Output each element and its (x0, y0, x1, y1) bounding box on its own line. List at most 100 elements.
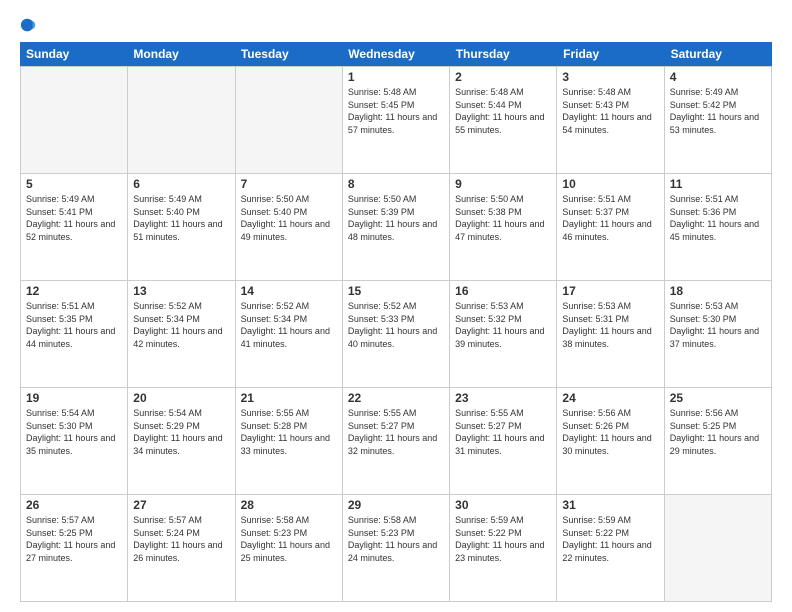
day-number: 6 (133, 177, 229, 191)
cell-info: Sunrise: 5:57 AMSunset: 5:25 PMDaylight:… (26, 514, 122, 564)
calendar-cell: 10 Sunrise: 5:51 AMSunset: 5:37 PMDayligh… (557, 174, 664, 280)
day-number: 3 (562, 70, 658, 84)
calendar-page: SundayMondayTuesdayWednesdayThursdayFrid… (0, 0, 792, 612)
day-number: 22 (348, 391, 444, 405)
calendar-cell: 3 Sunrise: 5:48 AMSunset: 5:43 PMDaylight… (557, 67, 664, 173)
calendar-cell: 2 Sunrise: 5:48 AMSunset: 5:44 PMDaylight… (450, 67, 557, 173)
calendar-cell: 1 Sunrise: 5:48 AMSunset: 5:45 PMDaylight… (343, 67, 450, 173)
logo (20, 16, 40, 34)
calendar-cell: 5 Sunrise: 5:49 AMSunset: 5:41 PMDaylight… (21, 174, 128, 280)
header-day: Friday (557, 42, 664, 66)
calendar-row: 26 Sunrise: 5:57 AMSunset: 5:25 PMDayligh… (20, 494, 772, 602)
day-number: 29 (348, 498, 444, 512)
cell-info: Sunrise: 5:48 AMSunset: 5:44 PMDaylight:… (455, 86, 551, 136)
header-day: Saturday (665, 42, 772, 66)
day-number: 24 (562, 391, 658, 405)
day-number: 2 (455, 70, 551, 84)
calendar-cell: 18 Sunrise: 5:53 AMSunset: 5:30 PMDayligh… (665, 281, 772, 387)
calendar-cell: 30 Sunrise: 5:59 AMSunset: 5:22 PMDayligh… (450, 495, 557, 601)
cell-info: Sunrise: 5:51 AMSunset: 5:35 PMDaylight:… (26, 300, 122, 350)
cell-info: Sunrise: 5:52 AMSunset: 5:34 PMDaylight:… (241, 300, 337, 350)
calendar-cell: 16 Sunrise: 5:53 AMSunset: 5:32 PMDayligh… (450, 281, 557, 387)
day-number: 16 (455, 284, 551, 298)
day-number: 20 (133, 391, 229, 405)
calendar-cell: 25 Sunrise: 5:56 AMSunset: 5:25 PMDayligh… (665, 388, 772, 494)
cell-info: Sunrise: 5:52 AMSunset: 5:34 PMDaylight:… (133, 300, 229, 350)
day-number: 7 (241, 177, 337, 191)
calendar-cell (236, 67, 343, 173)
cell-info: Sunrise: 5:52 AMSunset: 5:33 PMDaylight:… (348, 300, 444, 350)
day-number: 5 (26, 177, 122, 191)
day-number: 23 (455, 391, 551, 405)
day-number: 26 (26, 498, 122, 512)
calendar-cell: 23 Sunrise: 5:55 AMSunset: 5:27 PMDayligh… (450, 388, 557, 494)
calendar-cell: 9 Sunrise: 5:50 AMSunset: 5:38 PMDaylight… (450, 174, 557, 280)
logo-icon (20, 16, 38, 34)
day-number: 17 (562, 284, 658, 298)
calendar-cell: 26 Sunrise: 5:57 AMSunset: 5:25 PMDayligh… (21, 495, 128, 601)
page-header (20, 16, 772, 34)
calendar-row: 5 Sunrise: 5:49 AMSunset: 5:41 PMDaylight… (20, 173, 772, 280)
calendar-row: 12 Sunrise: 5:51 AMSunset: 5:35 PMDayligh… (20, 280, 772, 387)
calendar-cell: 13 Sunrise: 5:52 AMSunset: 5:34 PMDayligh… (128, 281, 235, 387)
day-number: 10 (562, 177, 658, 191)
day-number: 30 (455, 498, 551, 512)
day-number: 14 (241, 284, 337, 298)
calendar-cell: 28 Sunrise: 5:58 AMSunset: 5:23 PMDayligh… (236, 495, 343, 601)
cell-info: Sunrise: 5:58 AMSunset: 5:23 PMDaylight:… (348, 514, 444, 564)
calendar-body: 1 Sunrise: 5:48 AMSunset: 5:45 PMDaylight… (20, 66, 772, 602)
cell-info: Sunrise: 5:58 AMSunset: 5:23 PMDaylight:… (241, 514, 337, 564)
day-number: 4 (670, 70, 766, 84)
calendar-cell: 22 Sunrise: 5:55 AMSunset: 5:27 PMDayligh… (343, 388, 450, 494)
cell-info: Sunrise: 5:55 AMSunset: 5:27 PMDaylight:… (348, 407, 444, 457)
day-number: 28 (241, 498, 337, 512)
header-day: Sunday (20, 42, 127, 66)
cell-info: Sunrise: 5:48 AMSunset: 5:43 PMDaylight:… (562, 86, 658, 136)
calendar-cell (128, 67, 235, 173)
cell-info: Sunrise: 5:50 AMSunset: 5:39 PMDaylight:… (348, 193, 444, 243)
calendar-cell: 19Sunrise: 5:54 AMSunset: 5:30 PMDayligh… (21, 388, 128, 494)
day-number: 1 (348, 70, 444, 84)
calendar-cell: 7 Sunrise: 5:50 AMSunset: 5:40 PMDaylight… (236, 174, 343, 280)
cell-info: Sunrise: 5:53 AMSunset: 5:30 PMDaylight:… (670, 300, 766, 350)
day-number: 19 (26, 391, 122, 405)
calendar-cell: 20Sunrise: 5:54 AMSunset: 5:29 PMDayligh… (128, 388, 235, 494)
cell-info: Sunrise: 5:48 AMSunset: 5:45 PMDaylight:… (348, 86, 444, 136)
cell-info: Sunrise: 5:59 AMSunset: 5:22 PMDaylight:… (455, 514, 551, 564)
day-number: 12 (26, 284, 122, 298)
header-day: Wednesday (342, 42, 449, 66)
cell-info: Sunrise: 5:57 AMSunset: 5:24 PMDaylight:… (133, 514, 229, 564)
day-number: 11 (670, 177, 766, 191)
calendar-header: SundayMondayTuesdayWednesdayThursdayFrid… (20, 42, 772, 66)
day-number: 15 (348, 284, 444, 298)
day-number: 27 (133, 498, 229, 512)
calendar-cell: 29 Sunrise: 5:58 AMSunset: 5:23 PMDayligh… (343, 495, 450, 601)
calendar-cell: 15 Sunrise: 5:52 AMSunset: 5:33 PMDayligh… (343, 281, 450, 387)
cell-info: Sunrise: 5:51 AMSunset: 5:37 PMDaylight:… (562, 193, 658, 243)
day-number: 8 (348, 177, 444, 191)
day-number: 9 (455, 177, 551, 191)
calendar-cell: 6Sunrise: 5:49 AMSunset: 5:40 PMDaylight… (128, 174, 235, 280)
cell-info: Sunrise: 5:59 AMSunset: 5:22 PMDaylight:… (562, 514, 658, 564)
cell-info: Sunrise: 5:49 AMSunset: 5:41 PMDaylight:… (26, 193, 122, 243)
cell-info: Sunrise: 5:55 AMSunset: 5:28 PMDaylight:… (241, 407, 337, 457)
cell-info: Sunrise: 5:50 AMSunset: 5:40 PMDaylight:… (241, 193, 337, 243)
day-number: 25 (670, 391, 766, 405)
calendar-row: 19Sunrise: 5:54 AMSunset: 5:30 PMDayligh… (20, 387, 772, 494)
cell-info: Sunrise: 5:49 AMSunset: 5:42 PMDaylight:… (670, 86, 766, 136)
cell-info: Sunrise: 5:56 AMSunset: 5:25 PMDaylight:… (670, 407, 766, 457)
cell-info: Sunrise: 5:53 AMSunset: 5:32 PMDaylight:… (455, 300, 551, 350)
day-number: 18 (670, 284, 766, 298)
cell-info: Sunrise: 5:55 AMSunset: 5:27 PMDaylight:… (455, 407, 551, 457)
day-number: 13 (133, 284, 229, 298)
calendar-cell: 21Sunrise: 5:55 AMSunset: 5:28 PMDayligh… (236, 388, 343, 494)
calendar-cell: 24Sunrise: 5:56 AMSunset: 5:26 PMDayligh… (557, 388, 664, 494)
calendar-cell: 17Sunrise: 5:53 AMSunset: 5:31 PMDayligh… (557, 281, 664, 387)
day-number: 31 (562, 498, 658, 512)
cell-info: Sunrise: 5:50 AMSunset: 5:38 PMDaylight:… (455, 193, 551, 243)
calendar-cell: 11Sunrise: 5:51 AMSunset: 5:36 PMDayligh… (665, 174, 772, 280)
header-day: Tuesday (235, 42, 342, 66)
calendar-row: 1 Sunrise: 5:48 AMSunset: 5:45 PMDaylight… (20, 66, 772, 173)
calendar-cell: 27 Sunrise: 5:57 AMSunset: 5:24 PMDayligh… (128, 495, 235, 601)
calendar-cell (21, 67, 128, 173)
